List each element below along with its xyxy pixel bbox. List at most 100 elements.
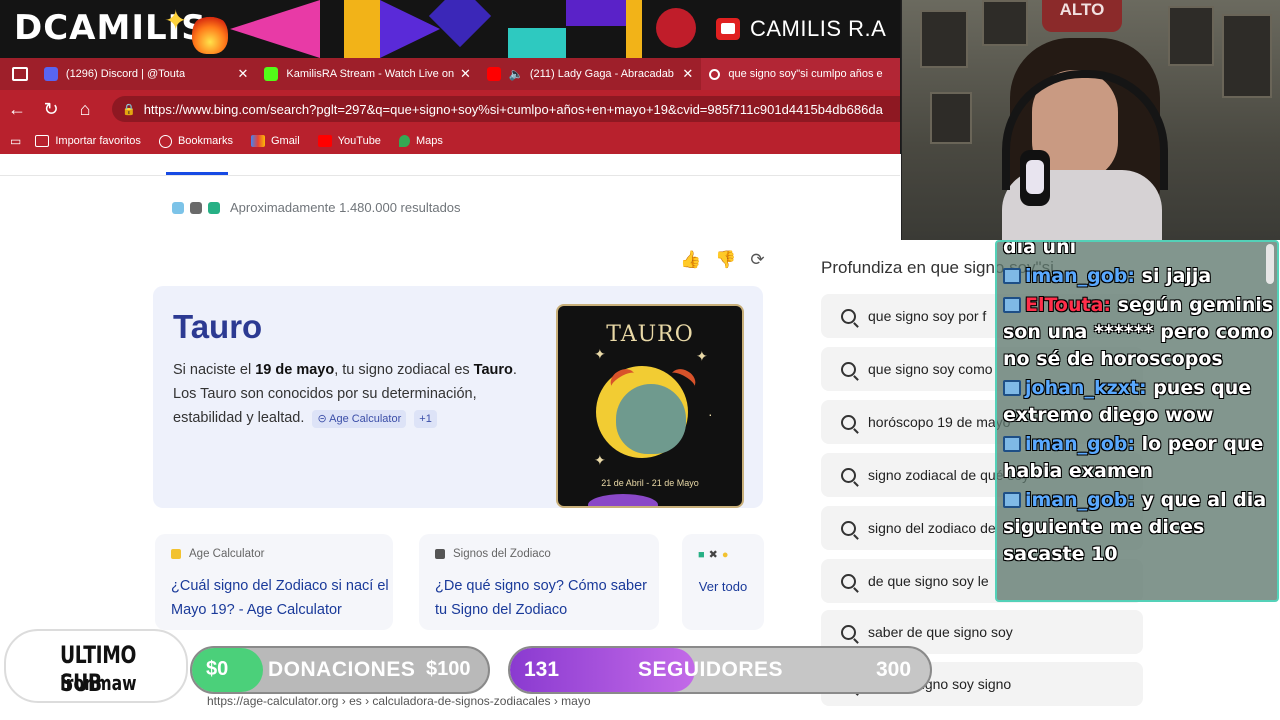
followers-goal: 300 [876,658,912,681]
import-icon [35,135,50,147]
bookmark-label: Importar favoritos [55,135,141,147]
banner-shape-purple [380,0,440,58]
banner-shape-teal [508,28,566,58]
see-all-card[interactable]: ■✖● Ver todo [682,534,764,630]
chat-badge-icon [1003,436,1021,452]
bookmark-bookmarks[interactable]: Bookmarks [158,134,233,148]
donation-goal: $100 [426,658,471,680]
answer-card: Tauro Si naciste el 19 de mayo, tu signo… [153,286,763,508]
speaker-icon[interactable]: 🔈 [509,67,524,81]
address-bar: ← ↻ ⌂ 🔒 https://www.bing.com/search?pglt… [0,90,900,128]
banner-shape-yellow [344,0,380,58]
star-icon: ✦ [696,348,708,364]
youtube-icon [317,135,332,147]
bookmark-label: YouTube [337,135,381,147]
source-card[interactable]: Signos del Zodiaco ¿De qué signo soy? Có… [419,534,659,630]
answer-sign: Tauro [473,362,513,378]
source-icon [208,201,220,214]
close-icon[interactable]: ✕ [460,66,471,82]
tab-kick[interactable]: KamilisRA Stream - Watch Live on ✕ [256,58,478,90]
donation-current: $0 [206,658,229,680]
answer-text-part: Si naciste el [173,362,256,378]
sparkle-icon: ✦ [164,5,188,36]
see-all-link[interactable]: Ver todo [682,579,764,594]
url-field[interactable]: 🔒 https://www.bing.com/search?pglt=297&q… [112,96,900,122]
related-label: horóscopo 19 de mayo [868,414,1011,430]
banner-shape-red-circle [656,8,696,48]
bookmark-youtube[interactable]: YouTube [317,135,381,147]
close-icon[interactable]: ✕ [237,66,248,82]
back-arrow-icon[interactable]: ← [0,99,34,120]
bookmark-maps[interactable]: Maps [398,135,443,147]
wall-poster [1222,14,1272,98]
tab-actions-icon[interactable] [12,67,28,81]
kick-icon [264,67,279,81]
bookmark-gmail[interactable]: Gmail [250,135,300,147]
card-source: Age Calculator [171,548,264,560]
webcam-feed: ALTO [901,0,1280,240]
page-scrollbar[interactable] [1266,244,1274,284]
tab-youtube[interactable]: 🔈 (211) Lady Gaga - Abracadab ✕ [479,58,701,90]
tab-bar: (1296) Discord | @Touta ✕ KamilisRA Stre… [0,58,900,90]
card-link[interactable]: ¿Cuál signo del Zodiaco si nací el Mayo … [171,574,393,622]
chat-badge-icon [1003,380,1021,396]
home-icon[interactable]: ⌂ [68,99,102,120]
search-icon [709,68,721,80]
chat-text: si jajja [1135,265,1212,287]
youtube-icon [716,18,740,40]
bookmark-label: Maps [415,135,443,147]
citation-more[interactable]: +1 [414,410,437,428]
chat-user: johan_kzxt: [1025,377,1147,399]
bookmark-import[interactable]: Importar favoritos [35,135,141,147]
microphone-light [1026,160,1044,194]
tab-title: KamilisRA Stream - Watch Live on [286,68,455,80]
tab-title: (211) Lady Gaga - Abracadab [529,68,674,80]
menu-icon[interactable]: ▭ [10,134,21,148]
source-icon: ● [721,549,733,561]
search-icon [841,573,856,589]
result-url[interactable]: https://age-calculator.org › es › calcul… [207,694,591,708]
result-count: Aproximadamente 1.480.000 resultados [230,200,461,215]
tarot-dates: 21 de Abril - 21 de Mayo [601,478,699,488]
citation-chip[interactable]: ⊝ Age Calculator [312,410,407,428]
chat-message: johan_kzxt: pues que extremo diego wow [1003,375,1275,429]
tab-bing-search[interactable]: que signo soy"si cumlpo años e [701,58,900,90]
tab-title: que signo soy"si cumlpo años e [728,68,883,80]
share-icon[interactable]: ⟳ [750,250,764,270]
thumbs-down-icon[interactable]: 👎 [715,250,736,270]
stream-banner: DCAMILIS ✦ CAMILIS R.A [0,0,900,58]
search-icon [841,361,856,377]
tab-discord[interactable]: (1296) Discord | @Touta ✕ [36,58,256,90]
star-icon: · [708,406,713,422]
chat-user: ElTouta: [1025,294,1112,316]
maps-icon [398,135,410,147]
gmail-icon [250,135,265,147]
related-label: de que signo soy le [868,573,989,589]
banner-shape-yellow2 [626,0,642,58]
donation-label: DONACIONES [268,658,416,681]
banner-shape-pink [230,0,320,58]
globe-icon [158,134,172,148]
star-icon: ✦ [594,452,606,468]
refresh-icon[interactable]: ↻ [34,99,68,120]
channel-name: CAMILIS R.A [750,16,887,41]
search-icon [841,467,856,483]
divider [0,175,900,176]
source-icon: ■ [698,549,709,561]
chat-user: iman_gob: [1025,489,1136,511]
card-link[interactable]: ¿De qué signo soy? Cómo saber tu Signo d… [435,574,659,622]
close-icon[interactable]: ✕ [682,66,693,82]
chat-message: dia uni [1003,242,1275,261]
related-label: saber de que signo soy [868,624,1013,640]
chat-message: iman_gob: si jajja [1003,263,1275,290]
wall-poster [1168,6,1214,66]
answer-date: 19 de mayo [255,362,335,378]
tauro-image[interactable]: TAURO ✦ ✦ ✦ · 21 de Abril - 21 de Mayo [556,304,744,508]
chat-badge-icon [1003,268,1021,284]
chat-user: iman_gob: [1025,433,1136,455]
source-card[interactable]: Age Calculator ¿Cuál signo del Zodiaco s… [155,534,393,630]
youtube-icon [486,67,501,81]
thumbs-up-icon[interactable]: 👍 [680,250,701,270]
card-source-label: Age Calculator [189,548,265,560]
search-icon [841,624,856,640]
